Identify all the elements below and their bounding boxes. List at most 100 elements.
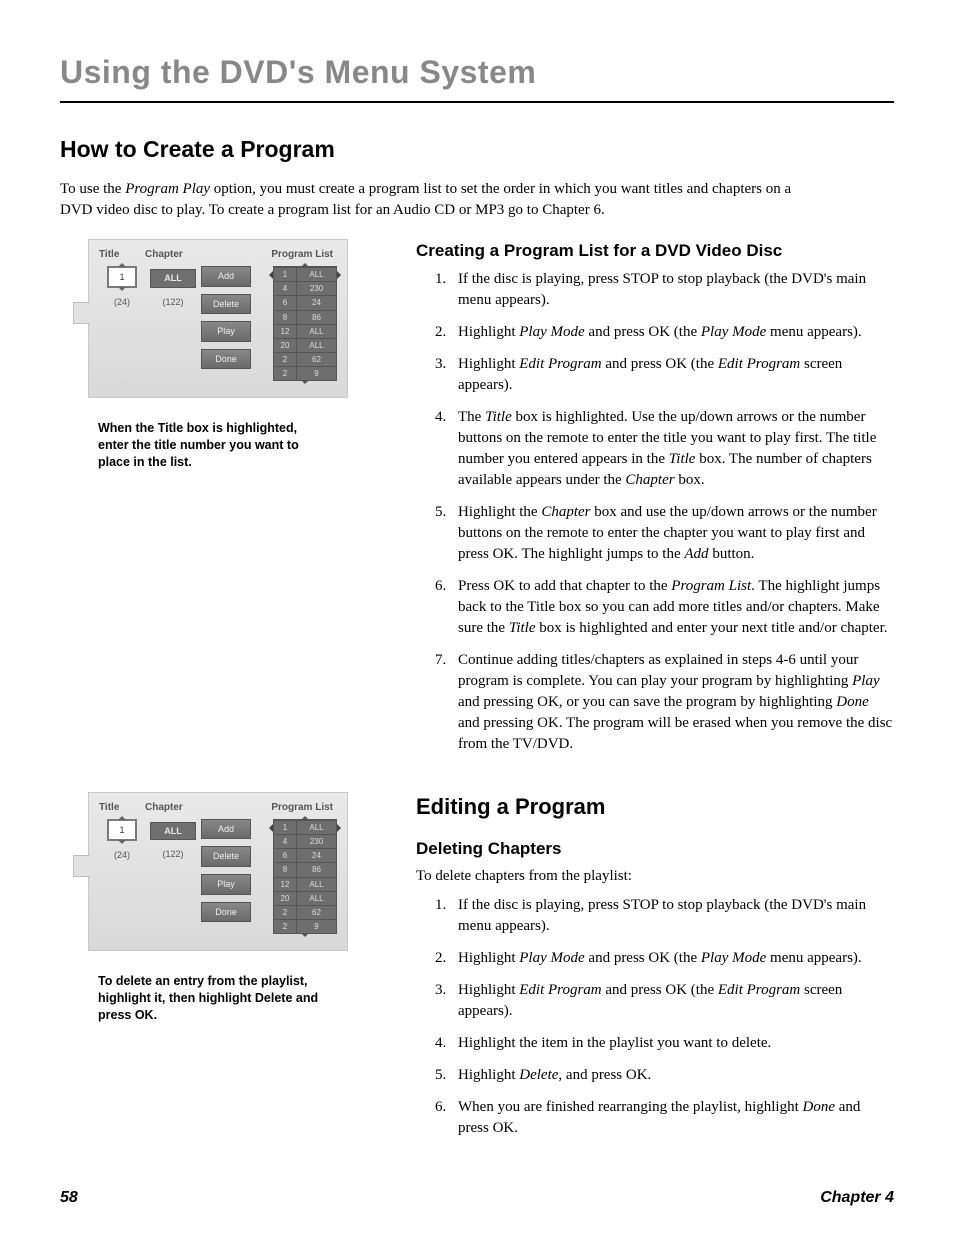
program-list-row: 1ALL [274, 267, 336, 281]
text-italic: Chapter [541, 504, 590, 520]
text: When you are finished rearranging the pl… [458, 1099, 803, 1115]
step-item: Press OK to add that chapter to the Prog… [450, 576, 894, 639]
content-row: TitleChapterProgram List1(24)ALL(122)Add… [60, 239, 894, 766]
program-list-row: 4230 [274, 834, 336, 848]
content-row: TitleChapterProgram List1(24)ALL(122)Add… [60, 792, 894, 1151]
step-item: Highlight Play Mode and press OK (the Pl… [450, 948, 894, 969]
page: Using the DVD's Menu System How to Creat… [0, 0, 954, 1235]
text: , and press OK. [558, 1067, 651, 1083]
page-number: 58 [60, 1187, 78, 1209]
text-italic: Add [684, 546, 708, 562]
divider [60, 101, 894, 103]
text: and press OK (the [602, 982, 718, 998]
text: Highlight [458, 950, 519, 966]
text-italic: Done [803, 1099, 836, 1115]
screenshot-body: 1(24)ALL(122)AddDeletePlayDone1ALL423062… [99, 266, 337, 382]
step-item: Highlight Play Mode and press OK (the Pl… [450, 322, 894, 343]
delete-button: Delete [201, 846, 251, 867]
ordered-steps: If the disc is playing, press STOP to st… [416, 269, 894, 755]
text-italic: Edit Program [519, 982, 601, 998]
edit-program-screenshot: TitleChapterProgram List1(24)ALL(122)Add… [88, 239, 348, 399]
screenshot-body: 1(24)ALL(122)AddDeletePlayDone1ALL423062… [99, 819, 337, 935]
step-item: If the disc is playing, press STOP to st… [450, 269, 894, 311]
side-tab [73, 855, 90, 877]
text: To use the [60, 181, 125, 197]
program-list-row: 20ALL [274, 338, 336, 352]
col-chapter: Chapter [145, 248, 201, 262]
text: If the disc is playing, press STOP to st… [458, 897, 866, 934]
program-list-row: 29 [274, 919, 336, 933]
edit-program-screenshot: TitleChapterProgram List1(24)ALL(122)Add… [88, 792, 348, 952]
text: box is highlighted and enter your next t… [536, 620, 888, 636]
text-italic: Play Mode [519, 324, 584, 340]
text: Highlight the item in the playlist you w… [458, 1035, 771, 1051]
play-button: Play [201, 321, 251, 342]
text: button. [709, 546, 755, 562]
text-italic: Play Mode [701, 950, 766, 966]
step-item: Highlight Edit Program and press OK (the… [450, 354, 894, 396]
program-list-table: 1ALL423062488612ALL20ALL26229 [273, 819, 337, 935]
text: and press OK (the [585, 950, 701, 966]
program-list-row: 4230 [274, 281, 336, 295]
text-italic: Play Mode [519, 950, 584, 966]
program-list-row: 12ALL [274, 877, 336, 891]
program-list-row: 624 [274, 295, 336, 309]
step-item: Highlight Edit Program and press OK (the… [450, 980, 894, 1022]
text: menu appears). [766, 324, 861, 340]
figure-column: TitleChapterProgram List1(24)ALL(122)Add… [60, 239, 388, 471]
program-list-row: 29 [274, 366, 336, 380]
text: Highlight the [458, 504, 541, 520]
text-italic: Play Mode [701, 324, 766, 340]
text: menu appears). [766, 950, 861, 966]
program-list-row: 20ALL [274, 891, 336, 905]
chapter-count: (122) [145, 296, 201, 309]
program-list-row: 12ALL [274, 324, 336, 338]
text: and press OK (the [585, 324, 701, 340]
title-count: (24) [99, 849, 145, 862]
text-italic: Program Play [125, 181, 210, 197]
text: box. [675, 472, 705, 488]
text: Highlight [458, 324, 519, 340]
chapter-chip: ALL [150, 269, 196, 288]
text-italic: Chapter [625, 472, 674, 488]
text: Continue adding titles/chapters as expla… [458, 652, 858, 689]
chapter-title: Using the DVD's Menu System [60, 50, 894, 95]
text: Highlight [458, 356, 519, 372]
text: Highlight [458, 1067, 519, 1083]
text-italic: Play [852, 673, 880, 689]
text-italic: Edit Program [718, 982, 800, 998]
step-item: Highlight the item in the playlist you w… [450, 1033, 894, 1054]
text-column: Editing a Program Deleting Chapters To d… [416, 792, 894, 1151]
play-button: Play [201, 874, 251, 895]
step-item: When you are finished rearranging the pl… [450, 1097, 894, 1139]
text: and pressing OK, or you can save the pro… [458, 694, 836, 710]
text-italic: Done [836, 694, 869, 710]
program-list-row: 886 [274, 862, 336, 876]
col-program-list: Program List [255, 801, 337, 815]
section-heading: Editing a Program [416, 792, 894, 823]
step-item: Highlight Delete, and press OK. [450, 1065, 894, 1086]
program-list-table: 1ALL423062488612ALL20ALL26229 [273, 266, 337, 382]
text-italic: Title [509, 620, 536, 636]
done-button: Done [201, 902, 251, 923]
lead-text: To delete chapters from the playlist: [416, 866, 894, 887]
program-list-row: 624 [274, 848, 336, 862]
program-list-row: 262 [274, 352, 336, 366]
figure-caption: To delete an entry from the playlist, hi… [98, 973, 328, 1024]
delete-button: Delete [201, 294, 251, 315]
step-item: The Title box is highlighted. Use the up… [450, 407, 894, 491]
done-button: Done [201, 349, 251, 370]
chapter-count: (122) [145, 848, 201, 861]
side-tab [73, 302, 90, 324]
figure-caption: When the Title box is highlighted, enter… [98, 420, 328, 471]
text-italic: Edit Program [718, 356, 800, 372]
text-column: Creating a Program List for a DVD Video … [416, 239, 894, 766]
section-heading: How to Create a Program [60, 133, 894, 165]
program-list-row: 1ALL [274, 820, 336, 834]
text-italic: Title [669, 451, 696, 467]
page-footer: 58 Chapter 4 [60, 1187, 894, 1209]
text-italic: Title [485, 409, 512, 425]
add-button: Add [201, 819, 251, 840]
step-item: If the disc is playing, press STOP to st… [450, 895, 894, 937]
title-input: 1 [107, 266, 137, 288]
